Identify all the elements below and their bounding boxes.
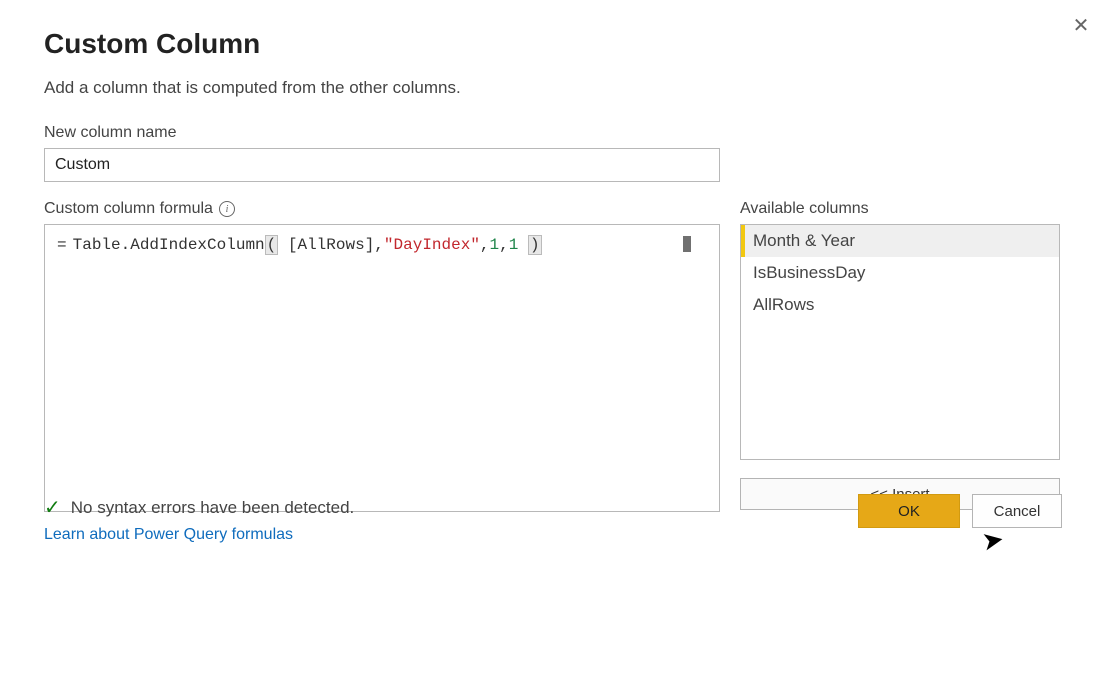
formula-label: Custom column formula i: [44, 200, 720, 218]
new-column-name-input[interactable]: [44, 148, 720, 182]
available-columns-label: Available columns: [740, 200, 1060, 218]
list-item[interactable]: IsBusinessDay: [741, 257, 1059, 289]
paren-open: (: [265, 235, 279, 255]
dialog-subtitle: Add a column that is computed from the o…: [44, 78, 1068, 98]
available-columns-list[interactable]: Month & Year IsBusinessDay AllRows: [740, 224, 1060, 460]
list-item[interactable]: AllRows: [741, 289, 1059, 321]
list-item[interactable]: Month & Year: [741, 225, 1059, 257]
close-icon[interactable]: [1068, 12, 1094, 38]
check-icon: ✓: [44, 498, 61, 518]
info-icon[interactable]: i: [219, 201, 235, 217]
cancel-button[interactable]: Cancel: [972, 494, 1062, 528]
dialog-title: Custom Column: [44, 28, 1068, 60]
ok-button[interactable]: OK: [858, 494, 960, 528]
text-cursor: [683, 236, 691, 252]
custom-column-dialog: Custom Column Add a column that is compu…: [0, 0, 1112, 564]
learn-link[interactable]: Learn about Power Query formulas: [44, 526, 720, 544]
status-message: No syntax errors have been detected.: [71, 498, 355, 518]
status-row: ✓ No syntax errors have been detected.: [44, 498, 354, 518]
formula-editor[interactable]: = Table.AddIndexColumn( [AllRows], "DayI…: [44, 224, 720, 512]
paren-close: ): [528, 235, 542, 255]
new-column-name-label: New column name: [44, 124, 1068, 142]
